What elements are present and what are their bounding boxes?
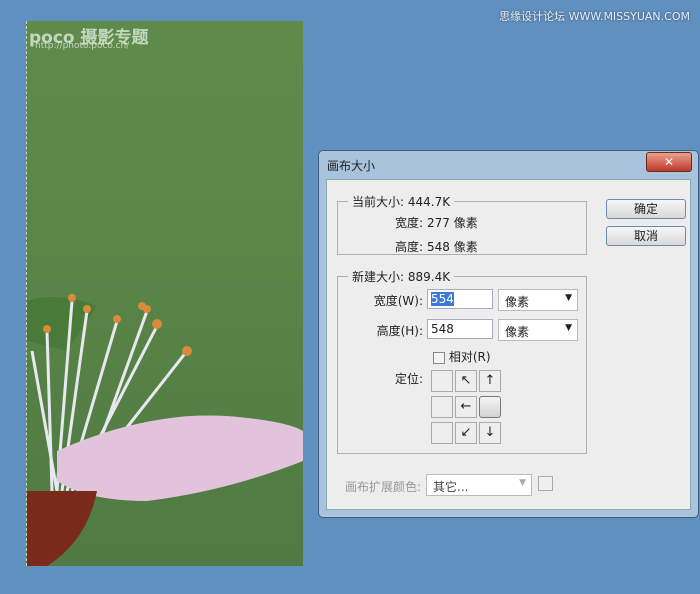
current-height-label: 高度: [394, 240, 423, 254]
current-size-legend: 当前大小: 444.7K [352, 195, 451, 209]
canvas-size-dialog: 画布大小 ✕ 当前大小: 444.7K 宽度: 277 像素 高度: 548 像… [318, 150, 699, 518]
chevron-down-icon: ▼ [565, 323, 572, 333]
new-size-legend: 新建大小: 889.4K [352, 270, 451, 284]
anchor-cell[interactable] [431, 396, 453, 418]
cancel-button[interactable]: 取消 [606, 226, 686, 246]
anchor-cell[interactable]: ← [455, 396, 477, 418]
close-button[interactable]: ✕ [646, 152, 692, 172]
anchor-cell[interactable]: ↑ [479, 370, 501, 392]
watermark-site: 思缘设计论坛 WWW.MISSYUAN.COM [499, 10, 690, 23]
ok-button[interactable]: 确定 [606, 199, 686, 219]
dialog-title: 画布大小 [327, 159, 376, 173]
current-width-label: 宽度: [394, 216, 423, 230]
width-input[interactable]: 554 [427, 289, 493, 309]
anchor-cell[interactable] [431, 370, 453, 392]
current-width-value: 277 像素 [427, 216, 478, 230]
anchor-cell[interactable]: ↓ [479, 422, 501, 444]
anchor-cell[interactable]: ↖ [455, 370, 477, 392]
ext-color-swatch[interactable] [538, 476, 553, 491]
anchor-cell[interactable]: ↙ [455, 422, 477, 444]
image-canvas: poco 摄影专题 http://photo.poco.cn/ [26, 21, 303, 566]
current-height-value: 548 像素 [427, 240, 478, 254]
height-unit-select[interactable]: 像素 ▼ [498, 319, 578, 341]
ext-color-select[interactable]: 其它... ▼ [426, 474, 532, 496]
ext-color-label: 画布扩展颜色: [345, 480, 422, 494]
relative-checkbox[interactable]: 相对(R) [433, 348, 491, 365]
anchor-cell[interactable] [431, 422, 453, 444]
anchor-cell-selected[interactable] [479, 396, 501, 418]
flower-image [27, 294, 303, 566]
chevron-down-icon: ▼ [565, 293, 572, 303]
width-label: 宽度(W): [373, 294, 423, 308]
height-label: 高度(H): [376, 324, 423, 338]
width-unit-select[interactable]: 像素 ▼ [498, 289, 578, 311]
chevron-down-icon: ▼ [519, 478, 526, 488]
height-input[interactable]: 548 [427, 319, 493, 339]
anchor-label: 定位: [394, 372, 423, 386]
